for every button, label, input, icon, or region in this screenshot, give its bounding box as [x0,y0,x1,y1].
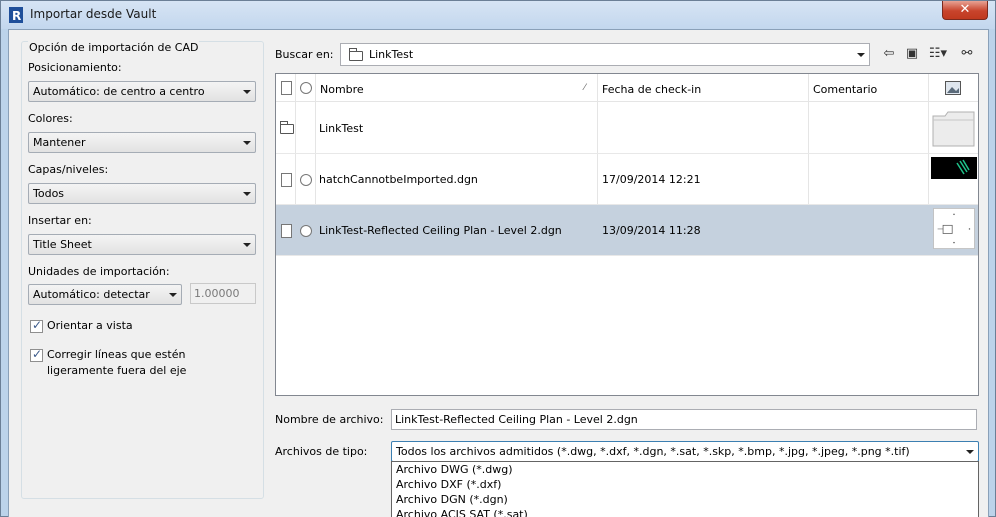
check-icon: ✓ [32,347,43,361]
positioning-value: Automático: de centro a centro [33,85,205,98]
revit-app-icon: R [9,7,23,23]
group-title: Opción de importación de CAD [28,41,200,54]
look-in-value: LinkTest [369,48,414,61]
column-header-name[interactable]: Nombre [320,83,364,96]
window-title: Importar desde Vault [30,7,157,21]
thumbnail-column-icon [945,81,961,95]
layers-value: Todos [33,187,65,200]
item-name: LinkTest [319,122,364,135]
filetype-select[interactable]: Todos los archivos admitidos (*.dwg, *.d… [391,441,979,462]
file-thumbnail [933,208,975,249]
chevron-down-icon [857,53,865,57]
correct-lines-label-line1: Corregir líneas que estén [47,348,186,361]
orient-to-view-checkbox[interactable]: ✓ [30,318,43,333]
file-thumbnail [931,157,977,179]
correct-lines-label-line2: ligeramente fuera del eje [47,364,187,377]
sort-icon: ⁄ [584,83,586,93]
units-label: Unidades de importación: [28,265,170,278]
scale-input: 1.00000 [190,283,256,304]
list-item[interactable]: hatchCannotbeImported.dgn 17/09/2014 12:… [276,154,978,205]
column-header-comment[interactable]: Comentario [813,83,877,96]
insert-in-label: Insertar en: [28,214,92,227]
insert-in-select[interactable]: Title Sheet [28,234,256,255]
status-column-icon [300,82,312,94]
chevron-down-icon [243,243,251,247]
document-column-icon [281,81,292,95]
filetype-label: Archivos de tipo: [275,445,368,458]
title-bar[interactable]: R Importar desde Vault ✕ [1,1,995,29]
filetype-option-dgn[interactable]: Archivo DGN (*.dgn) [392,492,978,507]
document-icon [281,224,292,238]
close-button[interactable]: ✕ [942,1,988,20]
binoculars-icon[interactable]: ⚯ [957,44,977,64]
chevron-down-icon [243,192,251,196]
filetype-option-sat[interactable]: Archivo ACIS SAT (*.sat) [392,507,978,517]
layers-select[interactable]: Todos [28,183,256,204]
vault-status-icon [300,174,312,186]
filetype-option-dxf[interactable]: Archivo DXF (*.dxf) [392,477,978,492]
item-checkin-date: 13/09/2014 11:28 [602,224,701,237]
orient-to-view-label: Orientar a vista [47,319,133,332]
layers-label: Capas/niveles: [28,163,109,176]
chevron-down-icon [966,450,974,454]
colors-select[interactable]: Mantener [28,132,256,153]
list-item[interactable]: LinkTest [276,103,978,154]
item-name: LinkTest-Reflected Ceiling Plan - Level … [319,224,562,237]
folder-icon [349,48,363,61]
folder-thumbnail [932,111,975,147]
column-header-checkin-date[interactable]: Fecha de check-in [602,83,701,96]
colors-label: Colores: [28,112,73,125]
chevron-down-icon [243,90,251,94]
units-value: Automático: detectar [33,288,150,301]
positioning-label: Posicionamiento: [28,61,122,74]
filetype-dropdown-list: Archivo DWG (*.dwg) Archivo DXF (*.dxf) … [391,461,979,517]
check-icon: ✓ [32,318,43,332]
item-checkin-date: 17/09/2014 12:21 [602,173,701,186]
item-name: hatchCannotbeImported.dgn [319,173,478,186]
vault-status-icon [300,225,312,237]
filename-label: Nombre de archivo: [275,413,384,426]
positioning-select[interactable]: Automático: de centro a centro [28,81,256,102]
list-item-selected[interactable]: LinkTest-Reflected Ceiling Plan - Level … [276,205,978,256]
look-in-select[interactable]: LinkTest [340,43,870,66]
insert-in-value: Title Sheet [33,238,92,251]
colors-value: Mantener [33,136,86,149]
up-folder-icon[interactable]: ▣ [902,44,922,64]
svg-text:R: R [12,9,21,23]
back-arrow-icon[interactable]: ⇦ [879,44,899,64]
view-menu-icon[interactable]: ☷▾ [925,44,951,64]
document-icon [281,173,292,187]
file-list: Nombre ⁄ Fecha de check-in Comentario Li… [275,73,979,396]
filetype-value: Todos los archivos admitidos (*.dwg, *.d… [396,445,910,458]
chevron-down-icon [243,141,251,145]
look-in-label: Buscar en: [275,48,334,61]
units-select[interactable]: Automático: detectar [28,284,182,305]
dialog-client: Opción de importación de CAD Posicionami… [8,29,989,517]
list-header: Nombre ⁄ Fecha de check-in Comentario [276,74,978,102]
folder-icon [280,121,294,134]
correct-lines-checkbox[interactable]: ✓ [30,347,43,362]
dialog-window: R Importar desde Vault ✕ Opción de impor… [0,0,996,517]
filename-input[interactable]: LinkTest-Reflected Ceiling Plan - Level … [391,409,977,430]
filetype-option-dwg[interactable]: Archivo DWG (*.dwg) [392,462,978,477]
chevron-down-icon [169,293,177,297]
